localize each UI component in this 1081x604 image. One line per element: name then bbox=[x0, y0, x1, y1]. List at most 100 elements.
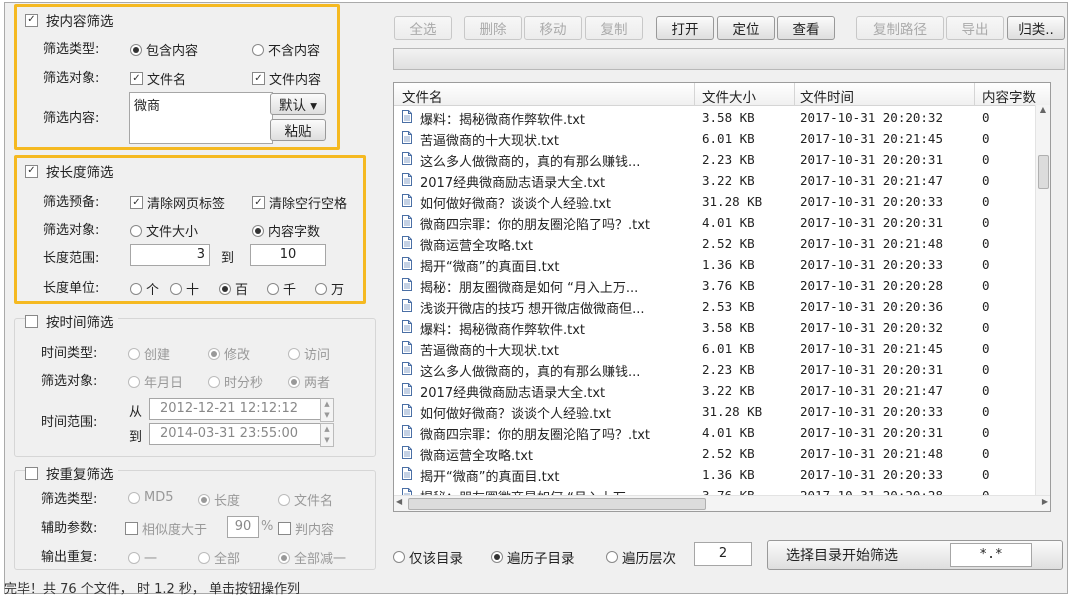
table-row[interactable]: 微商四宗罪：你的朋友圈沦陷了吗？.txt 4.01 KB 2017-10-31 20… bbox=[394, 212, 1034, 233]
export-button[interactable]: 导出 bbox=[946, 16, 1004, 40]
col-filesize[interactable]: 文件大小 bbox=[702, 86, 756, 106]
table-row[interactable]: 2017经典微商励志语录大全.txt 3.22 KB 2017-10-31 20:2… bbox=[394, 170, 1034, 191]
time-filter-checkbox[interactable] bbox=[25, 314, 38, 328]
table-row[interactable]: 苦逼微商的十大现状.txt 6.01 KB 2017-10-31 20:21:45 0 bbox=[394, 128, 1034, 149]
modified-radio[interactable]: 修改 bbox=[208, 344, 250, 363]
table-row[interactable]: 微商运营全攻略.txt 2.52 KB 2017-10-31 20:21:48 0 bbox=[394, 443, 1034, 464]
from-spin-icon[interactable]: ▲ ▼ bbox=[320, 398, 334, 422]
text-file-icon bbox=[402, 425, 412, 438]
copy-button[interactable]: 复制 bbox=[585, 16, 643, 40]
both-radio[interactable]: 两者 bbox=[288, 372, 330, 391]
unit-hundreds-radio[interactable]: 百 bbox=[219, 279, 248, 298]
length-filter-checkbox[interactable]: ✓ bbox=[25, 164, 38, 178]
file-list[interactable]: 文件名 文件大小 文件时间 内容字数 爆料：揭秘微商作弊软件.txt 3.58 K… bbox=[393, 82, 1051, 512]
classify-button[interactable]: 归类.. bbox=[1007, 16, 1065, 40]
current-dir-radio[interactable]: 仅该目录 bbox=[393, 547, 463, 567]
recurse-subdir-radio[interactable]: 遍历子目录 bbox=[491, 547, 575, 567]
cell-count: 0 bbox=[982, 278, 990, 293]
open-button[interactable]: 打开 bbox=[656, 16, 714, 40]
length-to-input[interactable]: 10 bbox=[250, 244, 326, 266]
similarity-checkbox[interactable]: 相似度大于 bbox=[125, 519, 207, 538]
table-row[interactable]: 如何做好微商？谈谈个人经验.txt 31.28 KB 2017-10-31 20:2… bbox=[394, 191, 1034, 212]
table-row[interactable]: 这么多人做微商的，真的有那么赚钱... 2.23 KB 2017-10-31 20:… bbox=[394, 149, 1034, 170]
table-row[interactable]: 微商运营全攻略.txt 2.52 KB 2017-10-31 20:21:48 0 bbox=[394, 233, 1034, 254]
vertical-scrollbar[interactable]: ▲ bbox=[1035, 105, 1050, 495]
length-from-input[interactable]: 3 bbox=[130, 244, 210, 266]
scroll-right-icon[interactable]: ▶ bbox=[1042, 497, 1048, 506]
col-charcount[interactable]: 内容字数 bbox=[982, 86, 1036, 106]
to-datetime-input[interactable]: 2014-03-31 23:55:00 bbox=[149, 423, 331, 445]
select-all-button[interactable]: 全选 bbox=[394, 16, 452, 40]
table-row[interactable]: 苦逼微商的十大现状.txt 6.01 KB 2017-10-31 20:21:45 0 bbox=[394, 338, 1034, 359]
table-row[interactable]: 揭开“微商”的真面目.txt 1.36 KB 2017-10-31 20:20:33… bbox=[394, 464, 1034, 485]
locate-button[interactable]: 定位 bbox=[717, 16, 775, 40]
md5-radio[interactable]: MD5 bbox=[128, 490, 174, 505]
cell-name: 揭开“微商”的真面目.txt bbox=[420, 260, 560, 275]
include-content-radio[interactable]: 包含内容 bbox=[130, 40, 198, 59]
default-dropdown-button[interactable]: 默认 ▾ bbox=[270, 93, 326, 115]
table-row[interactable]: 这么多人做微商的，真的有那么赚钱... 2.23 KB 2017-10-31 20:… bbox=[394, 359, 1034, 380]
content-keyword-label: 筛选内容: bbox=[43, 110, 100, 126]
unit-tenthousands-radio[interactable]: 万 bbox=[315, 279, 344, 298]
from-datetime-input[interactable]: 2012-12-21 12:12:12 bbox=[149, 398, 331, 420]
depth-input[interactable]: 2 bbox=[694, 542, 752, 566]
cell-size: 2.23 KB bbox=[702, 152, 755, 167]
judge-content-checkbox[interactable]: 判内容 bbox=[278, 519, 334, 538]
created-radio[interactable]: 创建 bbox=[128, 344, 170, 363]
cell-name: 这么多人做微商的，真的有那么赚钱... bbox=[420, 365, 641, 380]
table-row[interactable]: 爆料：揭秘微商作弊软件.txt 3.58 KB 2017-10-31 20:20:3… bbox=[394, 317, 1034, 338]
dup-filename-radio[interactable]: 文件名 bbox=[278, 490, 333, 509]
cell-count: 0 bbox=[982, 320, 990, 335]
paste-button[interactable]: 粘贴 bbox=[270, 119, 326, 141]
table-row[interactable]: 浅谈开微店的技巧 想开微店做微商但... 2.53 KB 2017-10-31 20… bbox=[394, 296, 1034, 317]
to-spin-icon[interactable]: ▲ ▼ bbox=[320, 423, 334, 447]
to-label: 到 bbox=[129, 430, 143, 445]
cell-count: 0 bbox=[982, 152, 990, 167]
table-row[interactable]: 2017经典微商励志语录大全.txt 3.22 KB 2017-10-31 20:2… bbox=[394, 380, 1034, 401]
cell-name: 如何做好微商？谈谈个人经验.txt bbox=[420, 407, 612, 422]
char-count-radio[interactable]: 内容字数 bbox=[252, 221, 320, 240]
accessed-radio[interactable]: 访问 bbox=[288, 344, 330, 363]
move-button[interactable]: 移动 bbox=[524, 16, 582, 40]
scroll-up-icon[interactable]: ▲ bbox=[1036, 105, 1050, 119]
dup-filter-checkbox[interactable] bbox=[25, 466, 38, 480]
output-all-radio[interactable]: 全部 bbox=[198, 548, 240, 567]
recurse-depth-radio[interactable]: 遍历层次 bbox=[606, 547, 676, 567]
output-one-radio[interactable]: 一 bbox=[128, 548, 157, 567]
col-filename[interactable]: 文件名 bbox=[402, 86, 443, 106]
view-button[interactable]: 查看 bbox=[777, 16, 835, 40]
vertical-scroll-thumb[interactable] bbox=[1038, 155, 1049, 189]
horizontal-scroll-thumb[interactable] bbox=[408, 498, 706, 510]
content-filter-checkbox[interactable]: ✓ bbox=[25, 13, 38, 27]
table-row[interactable]: 微商四宗罪：你的朋友圈沦陷了吗？.txt 4.01 KB 2017-10-31 20… bbox=[394, 422, 1034, 443]
text-file-icon bbox=[402, 215, 412, 228]
unit-ones-radio[interactable]: 个 bbox=[130, 279, 159, 298]
strip-blank-checkbox[interactable]: ✓ 清除空行空格 bbox=[252, 193, 347, 212]
scroll-left-icon[interactable]: ◀ bbox=[396, 497, 402, 506]
horizontal-scrollbar[interactable]: ◀ ▶ bbox=[394, 495, 1050, 511]
table-row[interactable]: 如何做好微商？谈谈个人经验.txt 31.28 KB 2017-10-31 20:2… bbox=[394, 401, 1034, 422]
table-row[interactable]: 揭秘：朋友圈微商是如何 “月入上万... 3.76 KB 2017-10-31 20… bbox=[394, 275, 1034, 296]
text-file-icon bbox=[402, 467, 412, 480]
table-row[interactable]: 揭开“微商”的真面目.txt 1.36 KB 2017-10-31 20:20:33… bbox=[394, 254, 1034, 275]
table-row[interactable]: 爆料：揭秘微商作弊软件.txt 3.58 KB 2017-10-31 20:20:3… bbox=[394, 107, 1034, 128]
file-content-checkbox[interactable]: ✓ 文件内容 bbox=[252, 69, 321, 88]
delete-button[interactable]: 删除 bbox=[464, 16, 522, 40]
filename-checkbox[interactable]: ✓ 文件名 bbox=[130, 69, 186, 88]
text-file-icon bbox=[402, 131, 412, 144]
col-filetime[interactable]: 文件时间 bbox=[800, 86, 854, 106]
unit-thousands-radio[interactable]: 千 bbox=[267, 279, 296, 298]
file-size-radio[interactable]: 文件大小 bbox=[130, 221, 198, 240]
date-radio[interactable]: 年月日 bbox=[128, 372, 183, 391]
copy-path-button[interactable]: 复制路径 bbox=[856, 16, 944, 40]
strip-html-checkbox[interactable]: ✓ 清除网页标签 bbox=[130, 193, 225, 212]
exclude-content-radio[interactable]: 不含内容 bbox=[252, 40, 320, 59]
keyword-textarea[interactable]: 微商 bbox=[129, 92, 273, 144]
output-all-minus-one-radio[interactable]: 全部减一 bbox=[278, 548, 346, 567]
dup-length-radio[interactable]: 长度 bbox=[198, 490, 240, 509]
time-radio[interactable]: 时分秒 bbox=[208, 372, 263, 391]
similarity-input[interactable]: 90 bbox=[227, 516, 259, 538]
unit-tens-radio[interactable]: 十 bbox=[170, 279, 199, 298]
cell-count: 0 bbox=[982, 299, 990, 314]
file-pattern-input[interactable]: *.* bbox=[950, 543, 1032, 567]
